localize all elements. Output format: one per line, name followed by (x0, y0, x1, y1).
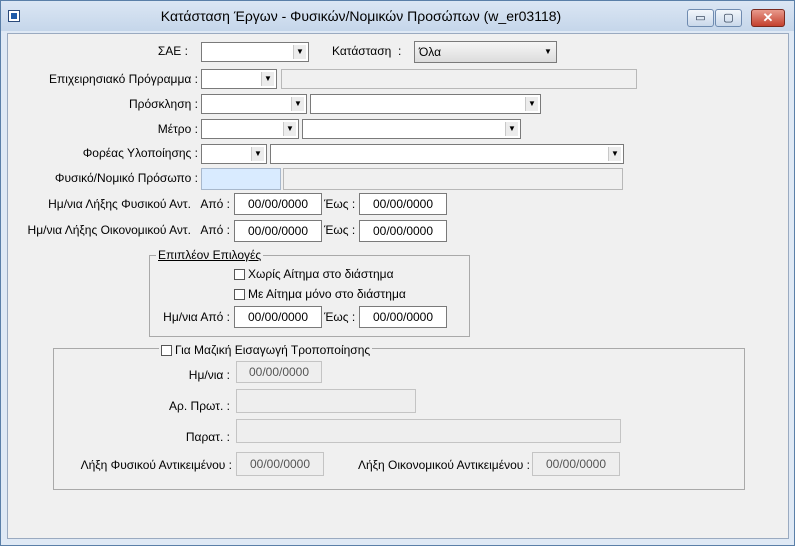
bulk-protocol-label: Αρ. Πρωτ. : (169, 399, 230, 413)
app-window: Κατάσταση Έργων - Φυσικών/Νομικών Προσώπ… (0, 0, 795, 546)
title-bar[interactable]: Κατάσταση Έργων - Φυσικών/Νομικών Προσώπ… (1, 1, 794, 31)
no-request-checkbox[interactable]: Χωρίς Αίτημα στο διάστημα (234, 266, 394, 282)
no-request-label: Χωρίς Αίτημα στο διάστημα (248, 267, 394, 281)
bulk-date-input[interactable]: 00/00/0000 (236, 361, 322, 383)
agency-description-dropdown[interactable]: ▼ (270, 144, 624, 164)
bulk-physical-label: Λήξη Φυσικού Αντικειμένου : (80, 458, 232, 472)
chevron-down-icon: ▼ (251, 147, 264, 161)
program-description-field (281, 69, 637, 89)
maximize-button[interactable]: ▢ (715, 9, 742, 27)
chevron-down-icon: ▼ (283, 122, 296, 136)
measure-code-dropdown[interactable]: ▼ (201, 119, 299, 139)
checkbox-icon (234, 269, 245, 280)
chevron-down-icon: ▼ (505, 122, 518, 136)
bulk-modification-checkbox[interactable]: Για Μαζική Εισαγωγή Τροποποίησης (159, 342, 373, 358)
extra-options-title: Επιπλέον Επιλογές (156, 247, 264, 263)
chevron-down-icon: ▼ (291, 97, 304, 111)
bulk-notes-label: Παρατ. : (185, 430, 230, 444)
sae-dropdown[interactable]: ▼ (201, 42, 309, 62)
person-code-input[interactable] (201, 168, 281, 190)
chevron-down-icon: ▼ (261, 72, 274, 86)
checkbox-icon (234, 289, 245, 300)
form-area: ΣΑΕ : ▼ Κατάσταση : Όλα ▼ Επιχειρησιακό … (7, 33, 789, 539)
chevron-down-icon: ▼ (293, 45, 306, 59)
with-request-checkbox[interactable]: Με Αίτημα μόνο στο διάστημα (234, 286, 406, 302)
window-title: Κατάσταση Έργων - Φυσικών/Νομικών Προσώπ… (160, 8, 562, 24)
physical-end-from-input[interactable]: 00/00/0000 (234, 193, 322, 215)
physical-end-to-input[interactable]: 00/00/0000 (359, 193, 447, 215)
invitation-label: Πρόσκληση : (128, 97, 198, 111)
financial-end-to-label: Έως : (324, 223, 356, 237)
bulk-physical-input[interactable]: 00/00/0000 (236, 452, 324, 476)
agency-label: Φορέας Υλοποίησης : (82, 146, 198, 160)
extra-date-to-label: Έως : (324, 310, 356, 324)
person-name-field (283, 168, 623, 190)
status-value: Όλα (419, 45, 442, 59)
chevron-down-icon: ▼ (544, 47, 552, 56)
program-code-dropdown[interactable]: ▼ (201, 69, 277, 89)
invitation-code-dropdown[interactable]: ▼ (201, 94, 307, 114)
bulk-modification-title: Για Μαζική Εισαγωγή Τροποποίησης (175, 343, 371, 357)
physical-end-label: Ημ/νια Λήξης Φυσικού Αντ. Από : (48, 197, 230, 211)
extra-date-from-label: Ημ/νια Από : (163, 310, 230, 324)
status-label: Κατάσταση : (332, 44, 402, 58)
with-request-label: Με Αίτημα μόνο στο διάστημα (248, 287, 406, 301)
sae-label: ΣΑΕ : (157, 44, 188, 58)
status-select[interactable]: Όλα ▼ (414, 41, 557, 63)
financial-end-label: Ημ/νια Λήξης Οικονομικού Αντ. Από : (27, 223, 230, 237)
physical-end-to-label: Έως : (324, 197, 356, 211)
minimize-button[interactable]: ▭ (687, 9, 714, 27)
invitation-description-dropdown[interactable]: ▼ (310, 94, 541, 114)
measure-description-dropdown[interactable]: ▼ (302, 119, 521, 139)
close-button[interactable]: ✕ (751, 9, 785, 27)
chevron-down-icon: ▼ (525, 97, 538, 111)
financial-end-from-input[interactable]: 00/00/0000 (234, 220, 322, 242)
bulk-protocol-input[interactable] (236, 389, 416, 413)
chevron-down-icon: ▼ (608, 147, 621, 161)
bulk-notes-input[interactable] (236, 419, 621, 443)
measure-label: Μέτρο : (157, 122, 198, 136)
checkbox-icon (161, 345, 172, 356)
bulk-date-label: Ημ/νια : (188, 368, 230, 382)
bulk-financial-label: Λήξη Οικονομικού Αντικειμένου : (357, 458, 530, 472)
agency-code-dropdown[interactable]: ▼ (201, 144, 267, 164)
extra-date-from-input[interactable]: 00/00/0000 (234, 306, 322, 328)
financial-end-to-input[interactable]: 00/00/0000 (359, 220, 447, 242)
bulk-financial-input[interactable]: 00/00/0000 (532, 452, 620, 476)
extra-date-to-input[interactable]: 00/00/0000 (359, 306, 447, 328)
program-label: Επιχειρησιακό Πρόγραμμα : (48, 72, 198, 86)
person-label: Φυσικό/Νομικό Πρόσωπο : (54, 171, 198, 185)
